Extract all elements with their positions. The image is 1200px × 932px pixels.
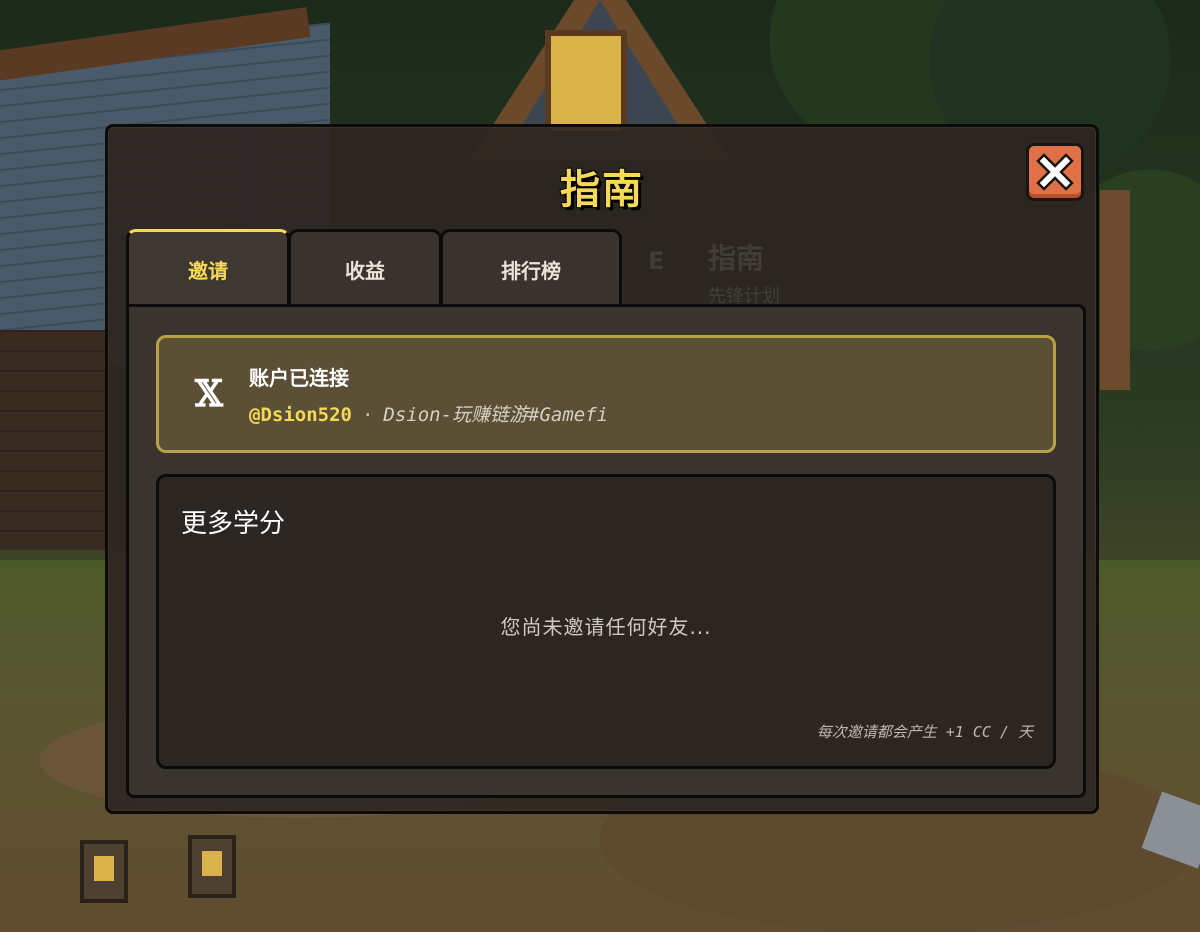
credits-title: 更多学分 [181,509,286,539]
close-icon [1036,153,1074,191]
empty-invites-message: 您尚未邀请任何好友... [500,615,712,639]
lantern-left [80,840,128,903]
connected-account-card: 𝕏 账户已连接 @Dsion520 · Dsion-玩赚链游#Gamefi [156,335,1056,453]
game-scene: E 指南 先锋计划 指南 邀请 收益 排行榜 𝕏 账户已连接 @Dsion520… [0,0,1200,932]
tab-leaderboard[interactable]: 排行榜 [440,229,622,305]
tab-invite[interactable]: 邀请 [126,229,290,305]
account-handle: @Dsion520 [249,404,352,426]
tab-earnings[interactable]: 收益 [288,229,442,305]
modal-title: 指南 [560,167,644,213]
house-wall [0,330,110,550]
account-info: @Dsion520 · Dsion-玩赚链游#Gamefi [249,400,608,427]
lantern-right [188,835,236,898]
account-display-name: Dsion-玩赚链游#Gamefi [383,404,609,426]
account-separator: · [361,404,374,426]
ghost-key-hint: E [648,247,665,275]
invite-reward-note: 每次邀请都会产生 +1 CC / 天 [816,723,1033,741]
lit-window [545,30,627,137]
ghost-title: 指南 [708,242,765,275]
x-logo-icon: 𝕏 [195,373,223,415]
fence-post [1100,190,1130,390]
close-button[interactable] [1026,143,1084,201]
account-status: 账户已连接 [249,366,349,390]
credits-card: 更多学分 您尚未邀请任何好友... 每次邀请都会产生 +1 CC / 天 [156,474,1056,769]
invite-panel: 𝕏 账户已连接 @Dsion520 · Dsion-玩赚链游#Gamefi 更多学分… [126,304,1086,798]
guide-modal: E 指南 先锋计划 指南 邀请 收益 排行榜 𝕏 账户已连接 @Dsion520… [105,124,1099,814]
